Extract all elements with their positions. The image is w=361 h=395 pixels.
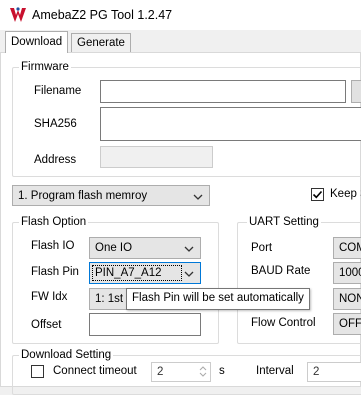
connect-timeout-label: Connect timeout: [53, 365, 137, 377]
filename-label: Filename: [34, 85, 82, 97]
flash-pin-select[interactable]: PIN_A7_A12: [89, 262, 201, 284]
interval-label: Interval: [256, 365, 294, 377]
baud-rate-value: 1000: [339, 267, 361, 279]
baud-rate-select[interactable]: 1000: [333, 262, 361, 284]
window-title: AmebaZ2 PG Tool 1.2.47: [32, 8, 173, 22]
parity-select[interactable]: NON: [333, 288, 361, 310]
flash-io-select[interactable]: One IO: [89, 237, 201, 259]
fw-idx-label: FW Idx: [31, 291, 68, 303]
spinner-arrows-icon[interactable]: [198, 365, 208, 378]
sha256-label: SHA256: [34, 118, 77, 130]
fw-idx-value: 1: 1st: [95, 293, 124, 305]
port-value: COM: [339, 242, 361, 254]
mode-select[interactable]: 1. Program flash memroy: [12, 185, 210, 206]
firmware-group-title: Firmware: [19, 61, 71, 73]
interval-spinner[interactable]: 2: [307, 362, 361, 382]
flow-control-label: Flow Control: [251, 317, 316, 329]
keep-setting-label: Keep S: [330, 188, 361, 200]
offset-label: Offset: [31, 319, 62, 331]
port-select[interactable]: COM: [333, 237, 361, 259]
chevron-down-icon: [184, 244, 194, 252]
connect-timeout-checkbox[interactable]: [31, 365, 44, 378]
baud-rate-label: BAUD Rate: [251, 265, 311, 277]
flash-option-group-title: Flash Option: [19, 216, 89, 228]
app-logo-icon: [8, 6, 28, 24]
focus-rect: [92, 265, 182, 281]
chevron-down-icon: [184, 269, 194, 277]
flash-pin-tooltip: Flash Pin will be set automatically: [126, 288, 310, 310]
address-label: Address: [34, 154, 77, 166]
tab-download[interactable]: Download: [5, 31, 69, 53]
keep-setting-checkbox[interactable]: [311, 188, 324, 201]
port-label: Port: [251, 242, 273, 254]
parity-value: NON: [339, 293, 361, 305]
connect-timeout-unit: s: [219, 365, 225, 377]
address-input[interactable]: [100, 146, 213, 168]
flow-control-select[interactable]: OFF: [333, 313, 361, 335]
connect-timeout-spinner[interactable]: 2: [151, 362, 211, 382]
offset-input[interactable]: [89, 313, 201, 336]
flash-pin-label: Flash Pin: [31, 266, 79, 278]
browse-button[interactable]: [351, 80, 361, 103]
flash-io-value: One IO: [95, 242, 133, 254]
sha256-field[interactable]: [100, 107, 361, 141]
interval-value: 2: [313, 366, 320, 378]
uart-setting-group-title: UART Setting: [247, 216, 321, 228]
flow-control-value: OFF: [339, 318, 361, 330]
chevron-down-icon: [193, 192, 203, 200]
tab-generate[interactable]: Generate: [71, 33, 131, 53]
flash-io-label: Flash IO: [31, 240, 75, 252]
mode-select-value: 1. Program flash memroy: [18, 190, 148, 202]
filename-input[interactable]: [100, 80, 346, 103]
connect-timeout-value: 2: [157, 366, 164, 378]
download-setting-group-title: Download Setting: [19, 349, 114, 361]
